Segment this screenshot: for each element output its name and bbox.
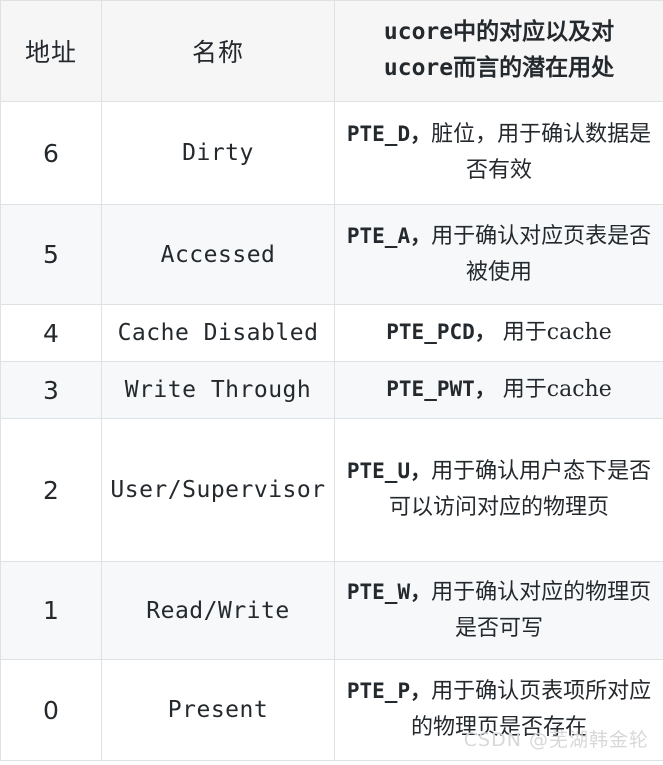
table-row: 6 Dirty PTE_D，脏位，用于确认数据是否有效 [0, 101, 663, 205]
table-row: 2 User/Supervisor PTE_U，用于确认用户态下是否可以访问对应… [0, 418, 663, 562]
column-header-address: 地址 [0, 0, 102, 102]
cell-name: Accessed [101, 204, 335, 305]
cell-address: 1 [0, 561, 102, 660]
cell-description: PTE_P，用于确认页表项所对应的物理页是否存在 [334, 659, 663, 761]
cell-address: 6 [0, 101, 102, 205]
pte-constant: PTE_PCD， [386, 320, 496, 345]
cell-address: 0 [0, 659, 102, 761]
pte-constant: PTE_A， [346, 223, 432, 248]
description-text: 脏位，用于确认数据是否有效 [431, 122, 652, 183]
column-header-description-line1: ucore中的对应以及对 [383, 19, 615, 46]
cell-name: Write Through [101, 361, 335, 419]
cell-description: PTE_D，脏位，用于确认数据是否有效 [334, 101, 663, 205]
cell-description: PTE_U，用于确认用户态下是否可以访问对应的物理页 [334, 418, 663, 562]
cell-name: Present [101, 659, 335, 761]
pte-constant: PTE_D， [346, 122, 432, 147]
cell-description: PTE_W，用于确认对应的物理页是否可写 [334, 561, 663, 660]
column-header-description: ucore中的对应以及对 ucore而言的潜在用处 [334, 0, 663, 102]
cell-description: PTE_PWT， 用于cache [334, 361, 663, 419]
pte-constant: PTE_P， [346, 679, 432, 704]
column-header-description-line2: ucore而言的潜在用处 [383, 55, 615, 81]
description-text: 用于确认对应的物理页是否可写 [431, 579, 652, 641]
description-text: 用于确认对应页表是否被使用 [431, 223, 652, 285]
cell-name: Dirty [101, 101, 335, 205]
document-page: 地址 名称 ucore中的对应以及对 ucore而言的潜在用处 6 Dirty … [0, 0, 663, 765]
cell-address: 3 [0, 361, 102, 419]
cell-name: Read/Write [101, 561, 335, 660]
description-text: 用于cache [495, 320, 612, 346]
pte-constant: PTE_PWT， [386, 377, 496, 402]
description-text: 用于cache [495, 377, 612, 403]
cell-address: 4 [0, 304, 102, 362]
cell-address: 2 [0, 418, 102, 562]
cell-address: 5 [0, 204, 102, 305]
cell-name: User/Supervisor [101, 418, 335, 562]
pte-constant: PTE_W， [346, 579, 432, 604]
cell-description: PTE_A，用于确认对应页表是否被使用 [334, 204, 663, 305]
table-body: 6 Dirty PTE_D，脏位，用于确认数据是否有效 5 Accessed P… [0, 101, 663, 761]
table-row: 3 Write Through PTE_PWT， 用于cache [0, 361, 663, 419]
table-header: 地址 名称 ucore中的对应以及对 ucore而言的潜在用处 [0, 0, 663, 102]
description-text: 用于确认页表项所对应的物理页是否存在 [410, 679, 652, 740]
table-row: 1 Read/Write PTE_W，用于确认对应的物理页是否可写 [0, 561, 663, 660]
cell-description: PTE_PCD， 用于cache [334, 304, 663, 362]
table-row: 4 Cache Disabled PTE_PCD， 用于cache [0, 304, 663, 362]
table-header-row: 地址 名称 ucore中的对应以及对 ucore而言的潜在用处 [0, 0, 663, 102]
column-header-name: 名称 [101, 0, 335, 102]
pte-constant: PTE_U， [346, 459, 432, 484]
table-row: 5 Accessed PTE_A，用于确认对应页表是否被使用 [0, 204, 663, 305]
table-row: 0 Present PTE_P，用于确认页表项所对应的物理页是否存在 [0, 659, 663, 761]
cell-name: Cache Disabled [101, 304, 335, 362]
pte-flags-table: 地址 名称 ucore中的对应以及对 ucore而言的潜在用处 6 Dirty … [0, 0, 663, 761]
